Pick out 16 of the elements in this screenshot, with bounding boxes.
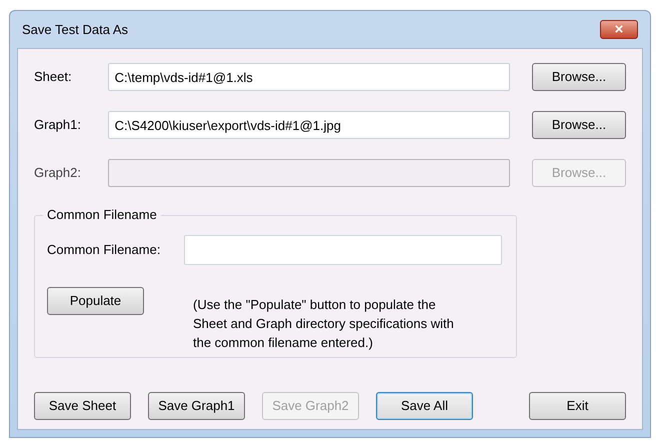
populate-button[interactable]: Populate xyxy=(47,287,144,315)
path-field[interactable]: C:\temp\vds-id#1@1.xls xyxy=(108,63,510,91)
field-label: Graph2: xyxy=(34,164,82,182)
field-label: Common Filename: xyxy=(47,241,162,260)
window-title: Save Test Data As xyxy=(22,20,128,39)
field-label: Sheet: xyxy=(34,68,73,86)
populate-note: (Use the "Populate" button to populate the Sheet and Graph directory specifications with the common filename entered.) xyxy=(193,296,455,352)
path-field[interactable]: C:\S4200\kiuser\export\vds-id#1@1.jpg xyxy=(108,111,510,139)
browse-button[interactable]: Browse... xyxy=(532,111,626,139)
browse-button[interactable]: Browse... xyxy=(532,63,626,91)
field-label: Graph1: xyxy=(34,116,82,134)
save-button[interactable]: Save Sheet xyxy=(34,392,131,420)
save-button[interactable]: Save All xyxy=(376,392,473,420)
save-button[interactable]: Save Graph1 xyxy=(148,392,245,420)
exit-button[interactable]: Exit xyxy=(529,392,626,420)
filename-field[interactable] xyxy=(184,235,502,265)
